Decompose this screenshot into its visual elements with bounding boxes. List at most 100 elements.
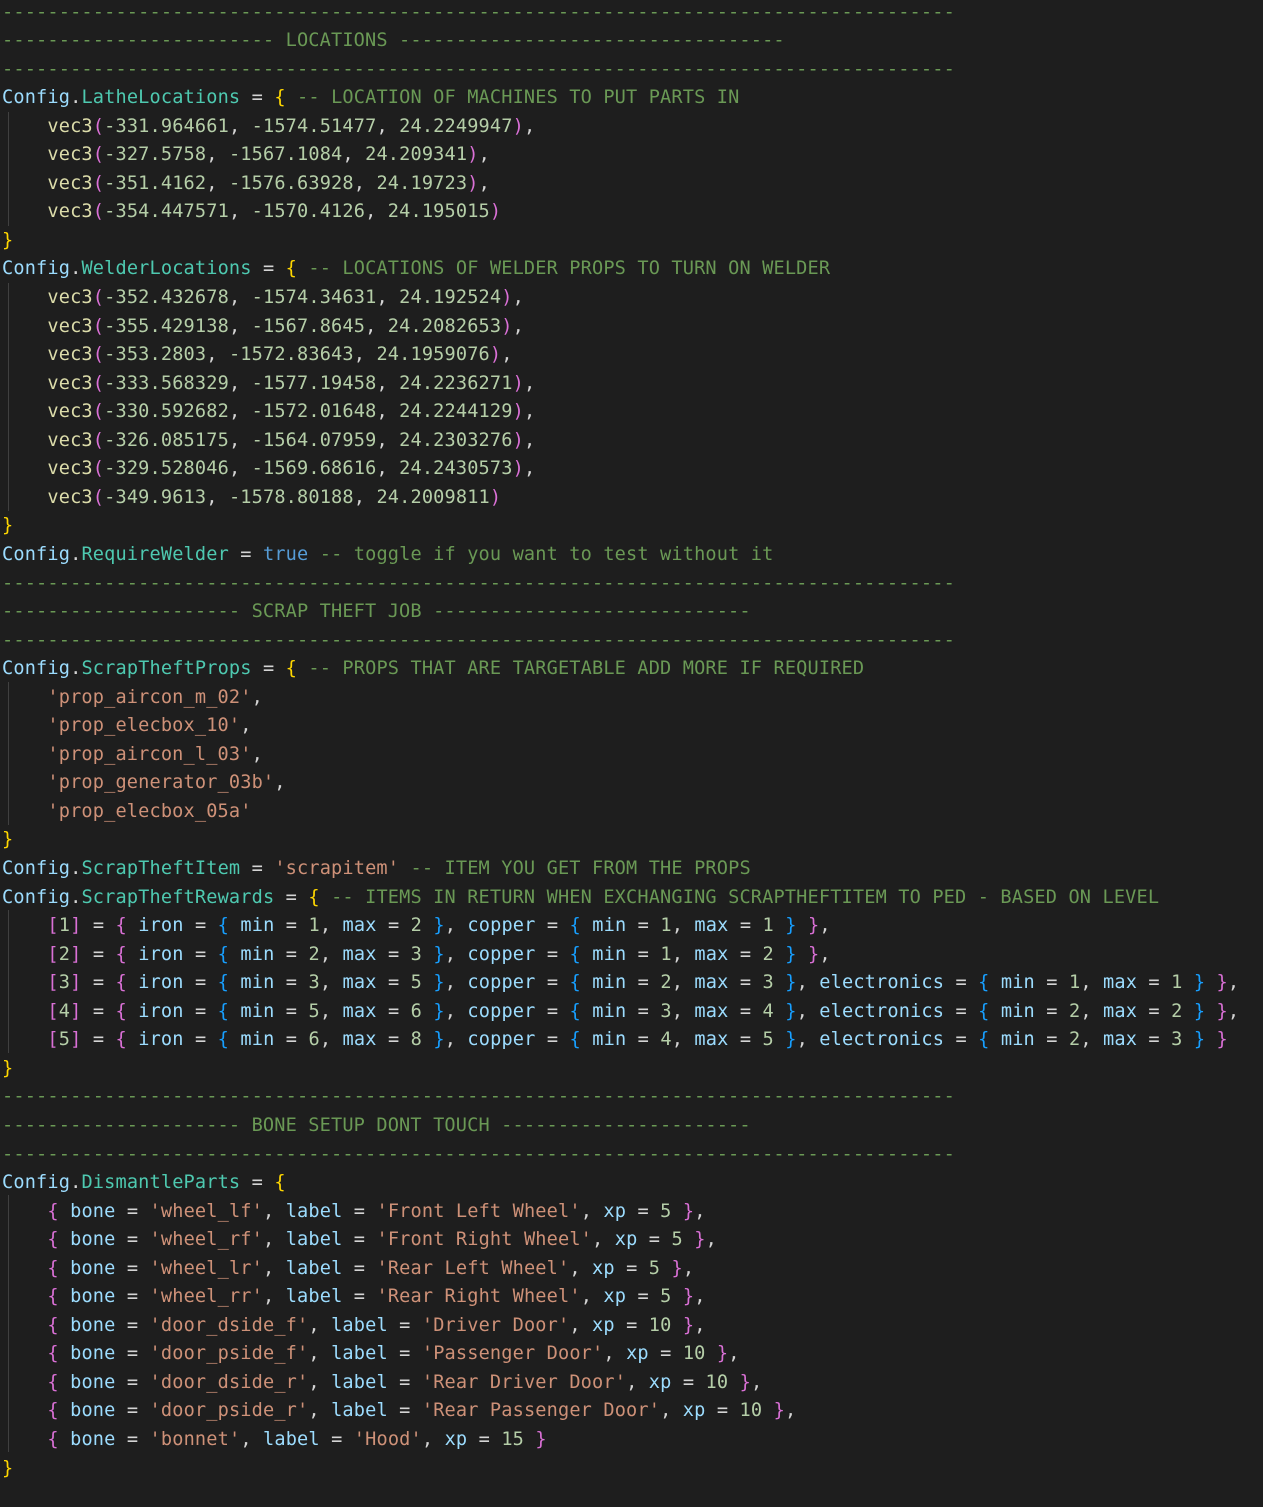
- code-token: =: [115, 1371, 150, 1393]
- code-line[interactable]: Config.ScrapTheftItem = 'scrapitem' -- I…: [2, 855, 751, 884]
- code-token: {: [274, 87, 286, 109]
- code-line[interactable]: { bone = 'wheel_rr', label = 'Rear Right…: [2, 1283, 706, 1312]
- code-line[interactable]: Config.ScrapTheftProps = { -- PROPS THAT…: [2, 655, 864, 684]
- code-line[interactable]: Config.DismantleParts = {: [2, 1169, 286, 1198]
- code-line[interactable]: }: [2, 512, 13, 541]
- code-token: ): [489, 344, 502, 366]
- code-line[interactable]: vec3(-349.9613, -1578.80188, 24.2009811): [2, 484, 501, 513]
- code-line[interactable]: vec3(-353.2803, -1572.83643, 24.1959076)…: [2, 341, 513, 370]
- code-token: ,: [1080, 1000, 1104, 1022]
- code-line[interactable]: Config.ScrapTheftRewards = { -- ITEMS IN…: [2, 884, 1159, 913]
- code-token: ,: [206, 172, 229, 194]
- code-line[interactable]: ----------------------------------------…: [2, 1083, 955, 1112]
- code-token: iron: [138, 1029, 184, 1051]
- code-line[interactable]: [3] = { iron = { min = 3, max = 5 }, cop…: [2, 969, 1239, 998]
- code-token: ,: [421, 1429, 445, 1450]
- code-line[interactable]: vec3(-329.528046, -1569.68616, 24.243057…: [2, 455, 535, 484]
- code-line[interactable]: [5] = { iron = { min = 6, max = 8 }, cop…: [2, 1026, 1228, 1055]
- code-token: ,: [376, 372, 400, 394]
- code-token: min: [1000, 1000, 1035, 1022]
- code-line[interactable]: vec3(-355.429138, -1567.8645, 24.2082653…: [2, 313, 524, 342]
- code-line[interactable]: vec3(-330.592682, -1572.01648, 24.224412…: [2, 398, 535, 427]
- code-line[interactable]: [1] = { iron = { min = 1, max = 2 }, cop…: [2, 912, 831, 941]
- code-token: WelderLocations: [81, 258, 252, 280]
- code-line[interactable]: ----------------------------------------…: [2, 570, 955, 599]
- code-line[interactable]: { bone = 'wheel_rf', label = 'Front Righ…: [2, 1226, 717, 1255]
- code-token: ]: [70, 943, 82, 965]
- code-line[interactable]: }: [2, 826, 13, 855]
- code-token: ,: [694, 1286, 706, 1308]
- code-token: {: [217, 1029, 230, 1051]
- code-line[interactable]: { bone = 'door_dside_f', label = 'Driver…: [2, 1312, 706, 1341]
- code-line[interactable]: ------------------------ LOCATIONS -----…: [2, 27, 785, 56]
- code-line[interactable]: vec3(-326.085175, -1564.07959, 24.230327…: [2, 427, 535, 456]
- code-line[interactable]: 'prop_generator_03b',: [2, 769, 286, 798]
- code-line[interactable]: ----------------------------------------…: [2, 0, 955, 27]
- code-token: ,: [1080, 1029, 1104, 1051]
- code-line[interactable]: Config.RequireWelder = true -- toggle if…: [2, 541, 774, 570]
- code-line[interactable]: ----------------------------------------…: [2, 627, 955, 656]
- code-line[interactable]: { bone = 'wheel_lr', label = 'Rear Left …: [2, 1255, 694, 1284]
- code-token: -1574.34631: [251, 287, 377, 308]
- code-line[interactable]: { bone = 'bonnet', label = 'Hood', xp = …: [2, 1426, 547, 1455]
- code-token: 'wheel_rf': [149, 1229, 263, 1251]
- code-line[interactable]: 'prop_aircon_m_02',: [2, 684, 263, 713]
- code-line[interactable]: }: [2, 227, 13, 256]
- code-token: -1574.51477: [251, 115, 377, 137]
- code-token: min: [1000, 1029, 1035, 1051]
- code-line[interactable]: }: [2, 1055, 13, 1084]
- code-token: }: [694, 1229, 706, 1251]
- code-line[interactable]: Config.WelderLocations = { -- LOCATIONS …: [2, 255, 830, 284]
- code-line[interactable]: ----------------------------------------…: [2, 1141, 955, 1170]
- code-line[interactable]: { bone = 'door_dside_r', label = 'Rear D…: [2, 1369, 762, 1398]
- code-token: label: [331, 1343, 388, 1365]
- code-token: ,: [376, 429, 400, 451]
- code-editor[interactable]: ----------------------------------------…: [0, 0, 1263, 1507]
- code-line[interactable]: vec3(-351.4162, -1576.63928, 24.19723),: [2, 170, 490, 199]
- code-token: --------------------- SCRAP THEFT JOB --…: [2, 601, 751, 623]
- code-token: label: [331, 1314, 388, 1336]
- code-line[interactable]: ----------------------------------------…: [2, 56, 955, 85]
- code-line[interactable]: vec3(-354.447571, -1570.4126, 24.195015): [2, 198, 501, 227]
- code-line[interactable]: [4] = { iron = { min = 5, max = 6 }, cop…: [2, 998, 1239, 1027]
- code-line[interactable]: 'prop_elecbox_10',: [2, 712, 252, 741]
- code-line[interactable]: 'prop_elecbox_05a': [2, 798, 252, 827]
- code-line[interactable]: --------------------- BONE SETUP DONT TO…: [2, 1112, 751, 1141]
- code-line[interactable]: { bone = 'door_pside_f', label = 'Passen…: [2, 1340, 740, 1369]
- code-token: {: [115, 943, 127, 965]
- code-line[interactable]: --------------------- SCRAP THEFT JOB --…: [2, 598, 751, 627]
- code-line[interactable]: }: [2, 1455, 13, 1484]
- code-token: ,: [251, 743, 263, 765]
- code-line[interactable]: 'prop_aircon_l_03',: [2, 741, 263, 770]
- code-line[interactable]: vec3(-333.568329, -1577.19458, 24.223627…: [2, 370, 535, 399]
- code-token: electronics: [819, 1000, 945, 1022]
- code-line[interactable]: vec3(-352.432678, -1574.34631, 24.192524…: [2, 284, 524, 313]
- code-token: =: [274, 886, 309, 908]
- code-token: bone: [70, 1229, 116, 1251]
- code-token: }: [807, 915, 820, 937]
- code-line[interactable]: Config.LatheLocations = { -- LOCATION OF…: [2, 84, 739, 113]
- code-line[interactable]: vec3(-331.964661, -1574.51477, 24.224994…: [2, 113, 535, 142]
- code-line[interactable]: vec3(-327.5758, -1567.1084, 24.209341),: [2, 141, 490, 170]
- code-token: ]: [70, 1000, 82, 1022]
- code-token: =: [1034, 1029, 1069, 1051]
- code-line[interactable]: { bone = 'door_pside_r', label = 'Rear P…: [2, 1397, 796, 1426]
- code-line[interactable]: { bone = 'wheel_lf', label = 'Front Left…: [2, 1198, 706, 1227]
- code-token: ----------------------------------------…: [2, 58, 955, 80]
- code-token: 'door_pside_r': [149, 1400, 309, 1422]
- code-token: [: [47, 943, 59, 965]
- code-line[interactable]: [2] = { iron = { min = 2, max = 3 }, cop…: [2, 941, 831, 970]
